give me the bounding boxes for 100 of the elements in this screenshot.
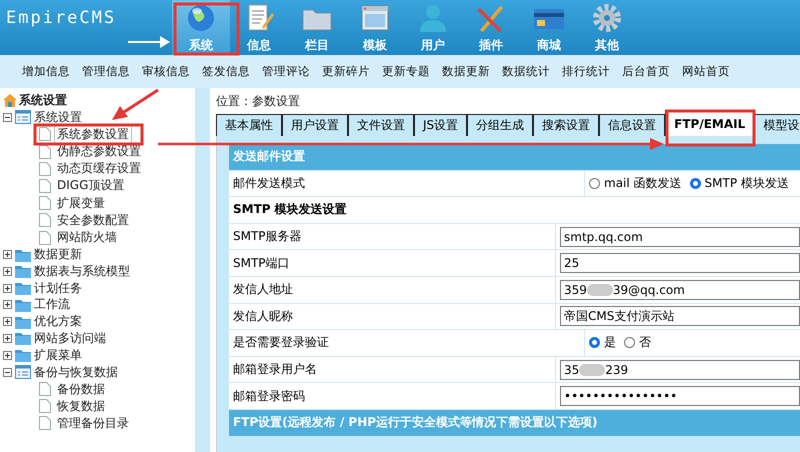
- tree-item[interactable]: 伪静态参数设置: [55, 143, 143, 160]
- menu-link[interactable]: 数据统计: [496, 64, 556, 79]
- tree-folder[interactable]: 网站多访问端: [34, 330, 106, 347]
- input-field[interactable]: 359 39@qq.com: [560, 280, 800, 300]
- tree-folder[interactable]: 备份与恢复数据: [34, 364, 118, 381]
- expand-icon[interactable]: [3, 266, 12, 276]
- input-field[interactable]: 25: [560, 253, 800, 274]
- field-label: 邮件发送模式: [229, 170, 585, 196]
- page-icon: [39, 416, 51, 430]
- field-label: SMTP服务器: [229, 224, 556, 250]
- radio-label: 是: [604, 334, 616, 352]
- settings-tab[interactable]: 基本属性: [216, 114, 282, 136]
- settings-tab[interactable]: 信息设置: [599, 114, 666, 136]
- logo: EmpireCMS: [0, 0, 172, 55]
- page-icon: [39, 230, 51, 245]
- list-icon: [15, 110, 31, 124]
- menu-link[interactable]: 审核信息: [136, 64, 196, 79]
- menu-link[interactable]: 网站首页: [676, 64, 736, 79]
- expand-icon[interactable]: [3, 284, 12, 293]
- tree-item[interactable]: 扩展变量: [55, 194, 107, 212]
- field-label: 是否需要登录验证: [229, 330, 585, 356]
- arrow-icon: [128, 36, 170, 48]
- nav-tab[interactable]: 用户: [404, 0, 462, 55]
- settings-tab[interactable]: 文件设置: [348, 114, 414, 136]
- radio-button[interactable]: [690, 178, 701, 189]
- radio-label: 否: [639, 334, 651, 352]
- menu-link[interactable]: 排行统计: [556, 64, 616, 79]
- folder-icon: [15, 298, 31, 312]
- nav-tab[interactable]: 其他: [578, 0, 636, 55]
- field-label: 邮箱登录密码: [229, 383, 556, 409]
- menu-link[interactable]: 签发信息: [196, 64, 256, 79]
- tree-item[interactable]: 动态页缓存设置: [55, 160, 143, 178]
- field-label: 发信人昵称: [229, 304, 556, 330]
- nav-tab[interactable]: 商城: [520, 0, 578, 55]
- subsection-title: SMTP 模块发送设置: [232, 201, 347, 218]
- nav-tab[interactable]: 信息: [230, 0, 288, 55]
- menu-link[interactable]: 管理信息: [76, 64, 136, 79]
- tree-item[interactable]: 安全参数配置: [55, 212, 131, 229]
- folder-icon: [15, 281, 31, 296]
- folder-icon: [15, 314, 31, 329]
- tree-folder[interactable]: 扩展菜单: [34, 346, 82, 364]
- radio-button[interactable]: [589, 337, 600, 348]
- radio-label: mail 函数发送: [604, 174, 682, 192]
- menu-link[interactable]: 数据更新: [436, 64, 496, 79]
- tree-folder[interactable]: 数据表与系统模型: [34, 262, 130, 280]
- page-icon: [39, 382, 51, 396]
- nav-tab[interactable]: 模板: [346, 0, 404, 55]
- field-label: 发信人地址: [229, 276, 556, 303]
- breadcrumb: 位置：参数设置: [216, 93, 301, 110]
- page-icon: [39, 213, 51, 228]
- expand-icon[interactable]: [3, 334, 12, 343]
- page-icon: [39, 144, 51, 159]
- tree-item[interactable]: 管理备份目录: [55, 414, 131, 432]
- tree-item[interactable]: 系统参数设置: [55, 126, 131, 143]
- annotation-arrow: [112, 88, 159, 120]
- list-icon: [15, 365, 31, 380]
- gear-icon: [590, 3, 624, 33]
- radio-label: SMTP 模块发送: [704, 174, 789, 192]
- tree-item[interactable]: 备份数据: [55, 380, 107, 398]
- settings-tab[interactable]: 搜索设置: [533, 114, 600, 136]
- radio-button[interactable]: [589, 178, 600, 189]
- expand-icon[interactable]: [3, 300, 12, 310]
- expand-icon[interactable]: [3, 250, 12, 259]
- settings-tab[interactable]: JS设置: [414, 114, 468, 136]
- tree-folder[interactable]: 计划任务: [34, 280, 82, 297]
- collapse-icon[interactable]: [3, 368, 12, 377]
- tree-folder[interactable]: 工作流: [34, 296, 70, 314]
- tree-root[interactable]: 系统设置: [19, 92, 67, 109]
- radio-button[interactable]: [624, 337, 635, 348]
- tree-folder[interactable]: 数据更新: [34, 246, 82, 264]
- menu-link[interactable]: 更新专题: [376, 64, 436, 79]
- menu-link[interactable]: 后台首页: [616, 64, 676, 79]
- settings-tab[interactable]: 用户设置: [282, 114, 348, 136]
- expand-icon[interactable]: [3, 350, 12, 360]
- expand-icon[interactable]: [3, 317, 12, 326]
- menu-link[interactable]: 管理评论: [256, 64, 316, 79]
- input-field[interactable]: ••••••••••••••••: [560, 386, 800, 406]
- tree-item[interactable]: 网站防火墙: [55, 229, 119, 246]
- collapse-icon[interactable]: [3, 112, 12, 122]
- page-icon: [39, 127, 51, 142]
- folder-icon: [15, 348, 31, 362]
- page-icon: [39, 399, 51, 414]
- page-icon: [39, 178, 51, 193]
- nav-tab[interactable]: 插件: [462, 0, 520, 55]
- tree-item[interactable]: 恢复数据: [55, 398, 107, 415]
- nav-tab[interactable]: 栏目: [288, 0, 346, 55]
- tree-folder[interactable]: 系统设置: [34, 108, 82, 126]
- tree-folder[interactable]: 优化方案: [34, 313, 82, 330]
- section-header: 发送邮件设置: [229, 144, 800, 171]
- tree-item[interactable]: DIGG顶设置: [55, 177, 126, 194]
- page-icon: [39, 196, 51, 210]
- field-label: SMTP端口: [229, 250, 556, 276]
- input-field[interactable]: smtp.qq.com: [560, 226, 800, 247]
- settings-tab[interactable]: 模型设: [754, 114, 800, 136]
- folder-icon: [15, 248, 31, 262]
- menu-link[interactable]: 增加信息: [16, 64, 76, 79]
- input-field[interactable]: 35 239: [560, 360, 800, 380]
- settings-tab[interactable]: 分组生成: [467, 114, 534, 136]
- menu-link[interactable]: 更新碎片: [316, 64, 376, 79]
- input-field[interactable]: 帝国CMS支付演示站: [560, 306, 800, 326]
